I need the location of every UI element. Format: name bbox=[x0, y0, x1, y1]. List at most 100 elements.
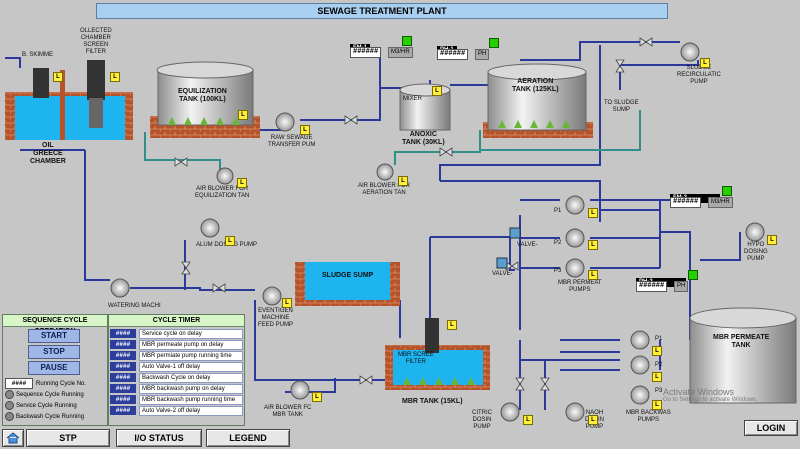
local-indicator: L bbox=[398, 176, 408, 186]
ph2-status-led bbox=[688, 270, 698, 280]
local-indicator: L bbox=[447, 320, 457, 330]
cycle-timer-title: CYCLE TIMER bbox=[109, 315, 244, 327]
timer-row: #### MBR backwash pump on delay bbox=[110, 384, 243, 394]
timer-label: Auto Valve-2 off delay bbox=[139, 406, 243, 416]
status-sequence-label: Sequence Cycle Running bbox=[16, 392, 84, 399]
local-indicator: L bbox=[652, 400, 662, 410]
status-sequence-row: Sequence Cycle Running bbox=[5, 390, 84, 400]
local-indicator: L bbox=[432, 86, 442, 96]
pump-label-p2: P2 bbox=[554, 240, 562, 246]
status-indicator-icon bbox=[5, 401, 14, 410]
home-button[interactable] bbox=[2, 429, 24, 447]
status-service-label: Service Cycle Running bbox=[16, 403, 77, 410]
watermark-line-2: Go to Settings to activate Windows. bbox=[663, 397, 758, 403]
label-sludge-sump: SLUDGE SUMP bbox=[322, 272, 374, 279]
fm2-status-led bbox=[722, 186, 732, 196]
local-indicator: L bbox=[652, 372, 662, 382]
local-indicator: L bbox=[588, 240, 598, 250]
timer-row: #### Backwash Cycle on delay bbox=[110, 373, 243, 383]
local-indicator: L bbox=[53, 72, 63, 82]
ph1-value: ###### bbox=[437, 49, 469, 60]
label-mbr-permeate-tank: MBR PERMEATE TANK bbox=[713, 334, 770, 349]
local-indicator: L bbox=[225, 236, 235, 246]
pump-label-p3: P3 bbox=[554, 268, 562, 274]
local-indicator: L bbox=[767, 235, 777, 245]
stp-button[interactable]: STP bbox=[26, 429, 110, 447]
aeration-tank bbox=[483, 63, 593, 138]
label-oil-greece-chamber: OIL GREECE CHAMBER bbox=[30, 142, 66, 165]
label-skimmer: B. SKIMME bbox=[22, 52, 54, 58]
label-citric-dosing-pump: CITRIC DOSIN PUMP bbox=[472, 410, 492, 430]
local-indicator: L bbox=[700, 58, 710, 68]
timer-row: #### Auto Valve-1 off delay bbox=[110, 362, 243, 372]
status-service-row: Service Cycle Running bbox=[5, 401, 77, 411]
legend-button[interactable]: LEGEND bbox=[206, 429, 290, 447]
timer-label: Auto Valve-1 off delay bbox=[139, 362, 243, 372]
scada-scene: SEWAGE TREATMENT PLANT B. SKIMME OLLECTE… bbox=[0, 0, 800, 449]
timer-row: #### Service cycle on delay bbox=[110, 329, 243, 339]
timer-value[interactable]: #### bbox=[110, 351, 136, 360]
local-indicator: L bbox=[312, 392, 322, 402]
timer-value[interactable]: #### bbox=[110, 373, 136, 382]
login-button[interactable]: LOGIN bbox=[744, 420, 798, 436]
auto-valve-1-actuator bbox=[509, 227, 521, 239]
anoxic-tank bbox=[399, 83, 451, 131]
label-eventigen-feed-pump: EVENTIGEN MACHINE FEED PUMP bbox=[258, 308, 294, 328]
local-indicator: L bbox=[300, 125, 310, 135]
local-indicator: L bbox=[282, 298, 292, 308]
timer-row: #### MBR backwash pump running time bbox=[110, 395, 243, 405]
label-to-sludge-sump: TO SLUDGE SUMP bbox=[604, 100, 639, 113]
timer-label: MBR backwash pump on delay bbox=[139, 384, 243, 394]
label-mixer: MIXER bbox=[403, 96, 423, 102]
sludge-sump bbox=[295, 262, 400, 306]
timer-label: MBR backwash pump running time bbox=[139, 395, 243, 405]
status-backwash-row: Backwash Cycle Running bbox=[5, 412, 84, 422]
label-aeration-tank: AERATION TANK (125KL) bbox=[512, 78, 559, 93]
ph1-status-led bbox=[489, 38, 499, 48]
timer-label: MBR permeate pump on delay bbox=[139, 340, 243, 350]
timer-value[interactable]: #### bbox=[110, 395, 136, 404]
ph1-unit: PH bbox=[475, 49, 490, 60]
ph2-value: ###### bbox=[636, 281, 668, 292]
label-sludge-recirculation-pump: SLUDGE RECIRCULATIC PUMP bbox=[677, 65, 721, 85]
flow-meter-fm1: FM-1 ###### M3/HR bbox=[350, 36, 413, 58]
status-backwash-label: Backwash Cycle Running bbox=[16, 414, 85, 421]
local-indicator: L bbox=[588, 208, 598, 218]
timer-row: #### Auto Valve-2 off delay bbox=[110, 406, 243, 416]
timer-value[interactable]: #### bbox=[110, 406, 136, 415]
label-mbr-backwash-pumps: MBR BACKWAS PUMPS bbox=[626, 410, 671, 423]
label-valve-1: VALVE- bbox=[517, 242, 538, 248]
running-cycle-row: #### Running Cycle No. bbox=[5, 378, 86, 389]
local-indicator: L bbox=[237, 178, 247, 188]
home-icon bbox=[6, 432, 20, 444]
backwash-pump-label-p3: P3 bbox=[655, 388, 663, 394]
io-status-button[interactable]: I/O STATUS bbox=[116, 429, 202, 447]
stop-button[interactable]: STOP bbox=[28, 345, 80, 359]
timer-row: #### MBR permeate pump on delay bbox=[110, 340, 243, 350]
pause-button[interactable]: PAUSE bbox=[28, 361, 80, 375]
local-indicator: L bbox=[588, 415, 598, 425]
label-anoxic-tank: ANOXIC TANK (30KL) bbox=[402, 131, 445, 146]
label-valve-2: VALVE- bbox=[492, 271, 513, 277]
timer-value[interactable]: #### bbox=[110, 329, 136, 338]
label-hypo-dosing-pump: HYPO DOSING PUMP bbox=[744, 242, 768, 262]
start-button[interactable]: START bbox=[28, 329, 80, 343]
ph-meter-ph1: PH-1 ###### PH bbox=[437, 38, 499, 60]
timer-value[interactable]: #### bbox=[110, 340, 136, 349]
label-mbr-tank: MBR TANK (15KL) bbox=[402, 398, 463, 405]
timer-label: MBR permiate pump running time bbox=[139, 351, 243, 361]
fm2-unit: M3/HR bbox=[708, 197, 733, 208]
fm1-unit: M3/HR bbox=[388, 47, 413, 58]
flow-meter-fm2: FM-2 ###### M3/HR bbox=[670, 186, 733, 208]
status-indicator-icon bbox=[5, 412, 14, 421]
watermark-line-1: Activate Windows bbox=[663, 387, 735, 397]
local-indicator: L bbox=[523, 415, 533, 425]
timer-value[interactable]: #### bbox=[110, 384, 136, 393]
local-indicator: L bbox=[588, 270, 598, 280]
label-equalization-tank: EQUILIZATION TANK (100KL) bbox=[178, 88, 227, 103]
local-indicator: L bbox=[238, 110, 248, 120]
label-air-blower-equalization: AIR BLOWER FOR EQUILIZATION TAN bbox=[195, 186, 250, 199]
timer-value[interactable]: #### bbox=[110, 362, 136, 371]
status-indicator-icon bbox=[5, 390, 14, 399]
running-cycle-value: #### bbox=[5, 378, 33, 389]
